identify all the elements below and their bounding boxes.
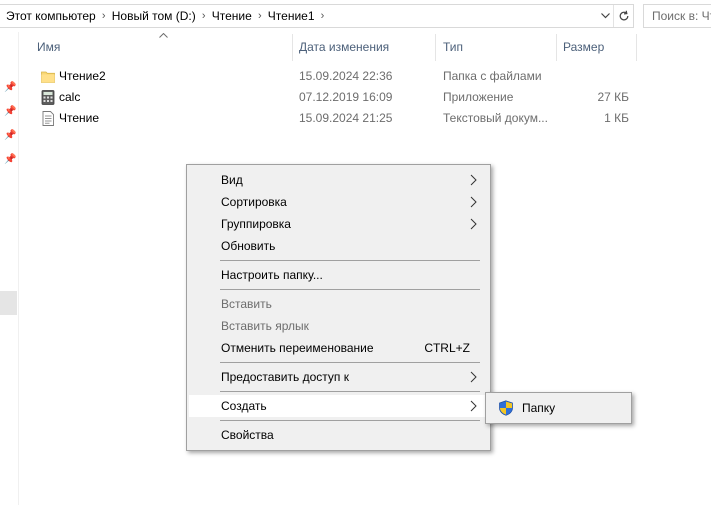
menu-separator: [220, 289, 480, 290]
menu-item-sort[interactable]: Сортировка: [189, 191, 488, 213]
menu-separator: [220, 391, 480, 392]
file-name: Чтение2: [59, 69, 106, 83]
menu-item-create[interactable]: Создать: [189, 395, 488, 417]
menu-item-label: Вставить: [221, 297, 272, 311]
menu-item-label: Папку: [522, 401, 556, 415]
file-type: Приложение: [443, 90, 514, 104]
chevron-right-icon[interactable]: ›: [196, 10, 212, 22]
chevron-right-icon: [470, 218, 477, 230]
pin-icon: 📌: [4, 106, 17, 117]
chevron-right-icon[interactable]: ›: [315, 10, 331, 22]
menu-item-label: Свойства: [221, 428, 274, 442]
column-header-type[interactable]: Тип: [425, 34, 545, 61]
menu-item-customize-folder[interactable]: Настроить папку...: [189, 264, 488, 286]
column-divider[interactable]: [636, 34, 637, 61]
text-document-icon: [42, 111, 54, 126]
list-item[interactable]: Чтение 15.09.2024 21:25 Текстовый докум.…: [19, 108, 659, 129]
address-history-dropdown-button[interactable]: [597, 5, 613, 27]
chevron-right-icon[interactable]: ›: [252, 10, 268, 22]
chevron-down-icon: [600, 13, 610, 19]
menu-item-label: Предоставить доступ к: [221, 370, 349, 384]
file-name: Чтение: [59, 111, 100, 125]
menu-item-shortcut: CTRL+Z: [424, 341, 470, 355]
breadcrumb: Этот компьютер › Новый том (D:) › Чтение…: [0, 9, 597, 23]
context-menu: Вид Сортировка Группировка Обновить Наст…: [186, 164, 491, 451]
menu-item-group[interactable]: Группировка: [189, 213, 488, 235]
menu-item-label: Вставить ярлык: [221, 319, 309, 333]
menu-item-label: Создать: [221, 399, 267, 413]
menu-item-view[interactable]: Вид: [189, 169, 488, 191]
menu-item-new-folder[interactable]: Папку: [488, 396, 629, 420]
menu-item-label: Вид: [221, 173, 243, 187]
pin-icon: 📌: [4, 130, 17, 141]
file-name: calc: [59, 90, 81, 104]
menu-item-label: Обновить: [221, 239, 276, 253]
menu-item-label: Сортировка: [221, 195, 287, 209]
menu-separator: [220, 420, 480, 421]
breadcrumb-drive-d[interactable]: Новый том (D:): [112, 9, 196, 23]
menu-item-undo-rename[interactable]: Отменить переименование CTRL+Z: [189, 337, 488, 359]
file-type: Папка с файлами: [443, 69, 542, 83]
file-date: 07.12.2019 16:09: [299, 90, 393, 104]
menu-item-refresh[interactable]: Обновить: [189, 235, 488, 257]
menu-item-label: Группировка: [221, 217, 291, 231]
menu-item-label: Отменить переименование: [221, 341, 374, 355]
file-date: 15.09.2024 22:36: [299, 69, 393, 83]
chevron-right-icon: [470, 371, 477, 383]
refresh-button[interactable]: [613, 5, 633, 27]
file-date: 15.09.2024 21:25: [299, 111, 393, 125]
chevron-right-icon[interactable]: ›: [96, 10, 112, 22]
calculator-app-icon: [41, 90, 55, 105]
nav-selected-item[interactable]: [0, 291, 17, 315]
file-list: Чтение2 15.09.2024 22:36 Папка с файлами…: [19, 66, 659, 129]
chevron-right-icon: [470, 174, 477, 186]
chevron-right-icon: [470, 196, 477, 208]
file-type: Текстовый докум...: [443, 111, 548, 125]
chevron-right-icon: [470, 400, 477, 412]
address-bar[interactable]: Этот компьютер › Новый том (D:) › Чтение…: [0, 4, 634, 28]
uac-shield-icon: [499, 400, 513, 416]
column-header-date[interactable]: Дата изменения: [281, 34, 421, 61]
refresh-icon: [619, 10, 628, 21]
menu-item-give-access[interactable]: Предоставить доступ к: [189, 366, 488, 388]
navigation-pane[interactable]: 📌 📌 📌 📌: [0, 32, 19, 505]
list-item[interactable]: Чтение2 15.09.2024 22:36 Папка с файлами: [19, 66, 659, 87]
folder-icon: [41, 71, 55, 83]
menu-separator: [220, 362, 480, 363]
search-input[interactable]: Поиск в: Чт: [643, 4, 711, 28]
pin-icon: 📌: [4, 82, 17, 93]
breadcrumb-chtenie[interactable]: Чтение: [212, 9, 252, 23]
column-headers: Имя Дата изменения Тип Размер: [19, 32, 711, 61]
menu-item-paste-shortcut[interactable]: Вставить ярлык: [189, 315, 488, 337]
breadcrumb-this-pc[interactable]: Этот компьютер: [6, 9, 96, 23]
menu-separator: [220, 260, 480, 261]
column-header-name[interactable]: Имя: [19, 34, 274, 61]
create-submenu: Папку: [485, 392, 632, 424]
file-size: 1 КБ: [604, 111, 629, 125]
menu-item-label: Настроить папку...: [221, 268, 323, 282]
menu-item-properties[interactable]: Свойства: [189, 424, 488, 446]
breadcrumb-chtenie1[interactable]: Чтение1: [268, 9, 315, 23]
file-size: 27 КБ: [597, 90, 629, 104]
pin-icon: 📌: [4, 154, 17, 165]
menu-item-paste[interactable]: Вставить: [189, 293, 488, 315]
list-item[interactable]: calc 07.12.2019 16:09 Приложение 27 КБ: [19, 87, 659, 108]
column-header-size[interactable]: Размер: [545, 34, 635, 61]
